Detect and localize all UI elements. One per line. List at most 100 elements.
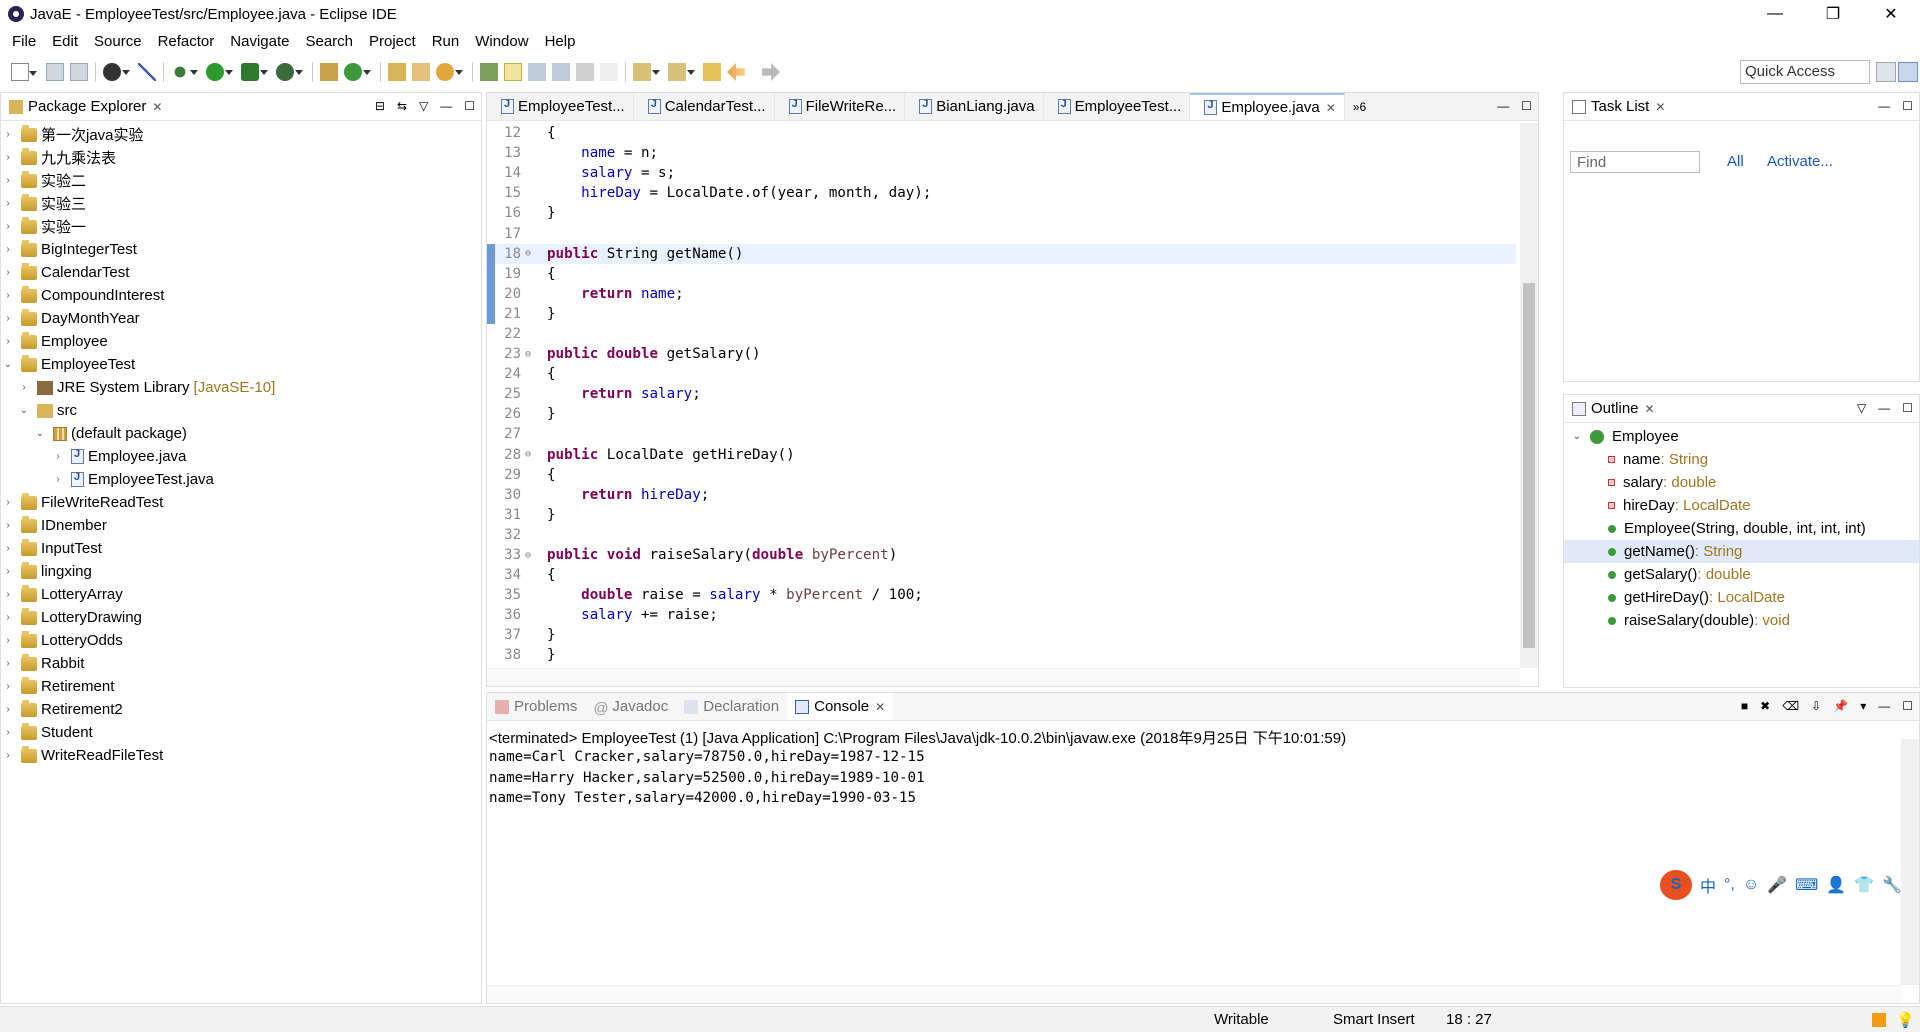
- open-type-icon[interactable]: [388, 63, 406, 81]
- code-line[interactable]: 27: [487, 424, 1516, 444]
- tree-project-expanded[interactable]: ⌄ EmployeeTest: [1, 353, 481, 376]
- code-line[interactable]: 19 {: [487, 263, 1516, 284]
- code-line[interactable]: 21}: [487, 303, 1516, 324]
- editor-horizontal-scrollbar[interactable]: [487, 668, 1520, 686]
- debug-icon[interactable]: [171, 63, 198, 81]
- clear-console-icon[interactable]: ⌫: [1782, 699, 1799, 713]
- fold-toggle-icon[interactable]: ⊖: [525, 248, 537, 259]
- outline-member[interactable]: raiseSalary(double) : void: [1564, 609, 1919, 632]
- scroll-thumb[interactable]: [1523, 283, 1535, 648]
- tree-project[interactable]: › CompoundInterest: [1, 284, 481, 307]
- outline-class[interactable]: ⌄ Employee: [1564, 425, 1919, 448]
- ime-skin-icon[interactable]: 👕: [1854, 875, 1874, 895]
- task-find-input[interactable]: Find: [1570, 151, 1700, 173]
- ime-language-label[interactable]: 中: [1700, 873, 1716, 897]
- code-line[interactable]: 33 ⊖ public void raiseSalary(double byPerc…: [487, 545, 1516, 565]
- code-editor[interactable]: 12{13 name = n; 14 salary = s; 15 hireDay …: [487, 123, 1516, 668]
- tab-employee-java[interactable]: Employee.java✕: [1190, 93, 1345, 120]
- fold-toggle-icon[interactable]: ⊖: [525, 349, 537, 360]
- close-window-button[interactable]: ✕: [1862, 0, 1920, 28]
- remove-launch-icon[interactable]: ✖: [1760, 699, 1770, 713]
- menu-run[interactable]: Run: [424, 33, 468, 50]
- code-line[interactable]: 20 return name;: [487, 283, 1516, 304]
- external-tools-icon[interactable]: [276, 63, 303, 81]
- maximize-view-icon[interactable]: ☐: [464, 99, 475, 113]
- tab-console[interactable]: Console ✕: [787, 693, 894, 720]
- tab-calendartest[interactable]: CalendarTest...: [634, 93, 775, 120]
- code-line[interactable]: 31}: [487, 505, 1516, 525]
- ime-punct-label[interactable]: °,: [1724, 876, 1735, 894]
- code-line[interactable]: 25 return salary;: [487, 384, 1516, 404]
- close-icon[interactable]: ✕: [1655, 100, 1665, 114]
- code-line[interactable]: 38}: [487, 645, 1516, 665]
- code-line[interactable]: 29 {: [487, 465, 1516, 485]
- maximize-view-icon[interactable]: ☐: [1521, 99, 1532, 113]
- menu-project[interactable]: Project: [361, 33, 424, 50]
- maximize-view-icon[interactable]: ☐: [1902, 699, 1913, 713]
- code-line[interactable]: 22: [487, 324, 1516, 344]
- tree-project[interactable]: › DayMonthYear: [1, 307, 481, 330]
- close-icon[interactable]: ✕: [152, 100, 162, 114]
- tree-package[interactable]: ⌄ (default package): [1, 422, 481, 445]
- tree-project[interactable]: › WriteReadFileTest: [1, 744, 481, 767]
- skip-breakpoints-icon[interactable]: [138, 63, 156, 81]
- pin-console-icon[interactable]: 📌: [1833, 699, 1848, 713]
- outline-member[interactable]: getName() : String: [1564, 540, 1919, 563]
- code-line[interactable]: 13 name = n;: [487, 143, 1516, 163]
- outline-member[interactable]: hireDay : LocalDate: [1564, 494, 1919, 517]
- mark-occurrences-icon[interactable]: [504, 63, 522, 81]
- tree-project[interactable]: › InputTest: [1, 537, 481, 560]
- close-icon[interactable]: ✕: [1645, 402, 1655, 416]
- tab-bianliang[interactable]: BianLiang.java: [905, 93, 1044, 120]
- link-with-editor-icon[interactable]: ⇆: [397, 99, 407, 113]
- editor-vertical-scrollbar[interactable]: [1520, 123, 1538, 668]
- save-all-icon[interactable]: [70, 63, 88, 81]
- code-line[interactable]: 16}: [487, 203, 1516, 223]
- collapse-all-icon[interactable]: ⊟: [375, 99, 385, 113]
- code-line[interactable]: 12 {: [487, 123, 1516, 143]
- maximize-view-icon[interactable]: ☐: [1902, 99, 1913, 113]
- forward-icon[interactable]: [762, 63, 780, 81]
- tree-project[interactable]: › Employee: [1, 330, 481, 353]
- task-all-link[interactable]: All: [1727, 153, 1744, 170]
- open-console-icon[interactable]: ▾: [1860, 699, 1866, 713]
- close-icon[interactable]: ✕: [1326, 101, 1336, 115]
- tab-problems[interactable]: Problems: [487, 693, 585, 720]
- coverage-icon[interactable]: [241, 63, 268, 81]
- next-annotation-icon[interactable]: [633, 63, 660, 81]
- ime-keyboard-icon[interactable]: ⌨: [1795, 875, 1818, 895]
- word-wrap-icon[interactable]: [552, 63, 570, 81]
- view-menu-icon[interactable]: ▽: [1857, 401, 1866, 415]
- code-line[interactable]: 37}: [487, 625, 1516, 645]
- save-icon[interactable]: [46, 63, 64, 81]
- tree-project[interactable]: › 实验一: [1, 215, 481, 238]
- tree-project[interactable]: › 实验二: [1, 169, 481, 192]
- pilcrow-icon[interactable]: [600, 63, 618, 81]
- tree-jre-library[interactable]: › JRE System Library [JavaSE-10]: [1, 376, 481, 399]
- minimize-view-icon[interactable]: —: [1878, 699, 1890, 713]
- java-perspective-icon[interactable]: [1898, 62, 1918, 82]
- code-line[interactable]: 26}: [487, 404, 1516, 424]
- tree-project[interactable]: › 九九乘法表: [1, 146, 481, 169]
- task-activate-link[interactable]: Activate...: [1767, 153, 1833, 170]
- maximize-button[interactable]: ❐: [1804, 0, 1862, 28]
- code-line[interactable]: 18 ⊖ public String getName(): [487, 243, 1516, 264]
- ime-user-icon[interactable]: 👤: [1826, 875, 1846, 895]
- ime-toolbar[interactable]: S 中 °, ☺ 🎤 ⌨ 👤 👕 🔧: [1660, 870, 1902, 900]
- tab-outline[interactable]: Outline ✕: [1564, 395, 1663, 422]
- block-selection-icon[interactable]: [528, 63, 546, 81]
- tab-javadoc[interactable]: @ Javadoc: [585, 693, 676, 720]
- menu-refactor[interactable]: Refactor: [150, 33, 223, 50]
- tab-employeetest-1[interactable]: EmployeeTest...: [487, 93, 634, 120]
- close-icon[interactable]: ✕: [875, 700, 885, 714]
- menu-help[interactable]: Help: [537, 33, 584, 50]
- code-line[interactable]: 36 salary += raise;: [487, 605, 1516, 625]
- code-line[interactable]: 34 {: [487, 565, 1516, 585]
- tab-declaration[interactable]: Declaration: [676, 693, 787, 720]
- toggle-breadcrumb-icon[interactable]: [480, 63, 498, 81]
- minimize-button[interactable]: —: [1746, 0, 1804, 28]
- new-java-class-icon[interactable]: [344, 63, 371, 81]
- tab-employeetest-2[interactable]: EmployeeTest...: [1044, 93, 1191, 120]
- menu-search[interactable]: Search: [297, 33, 361, 50]
- last-edit-location-icon[interactable]: [703, 63, 721, 81]
